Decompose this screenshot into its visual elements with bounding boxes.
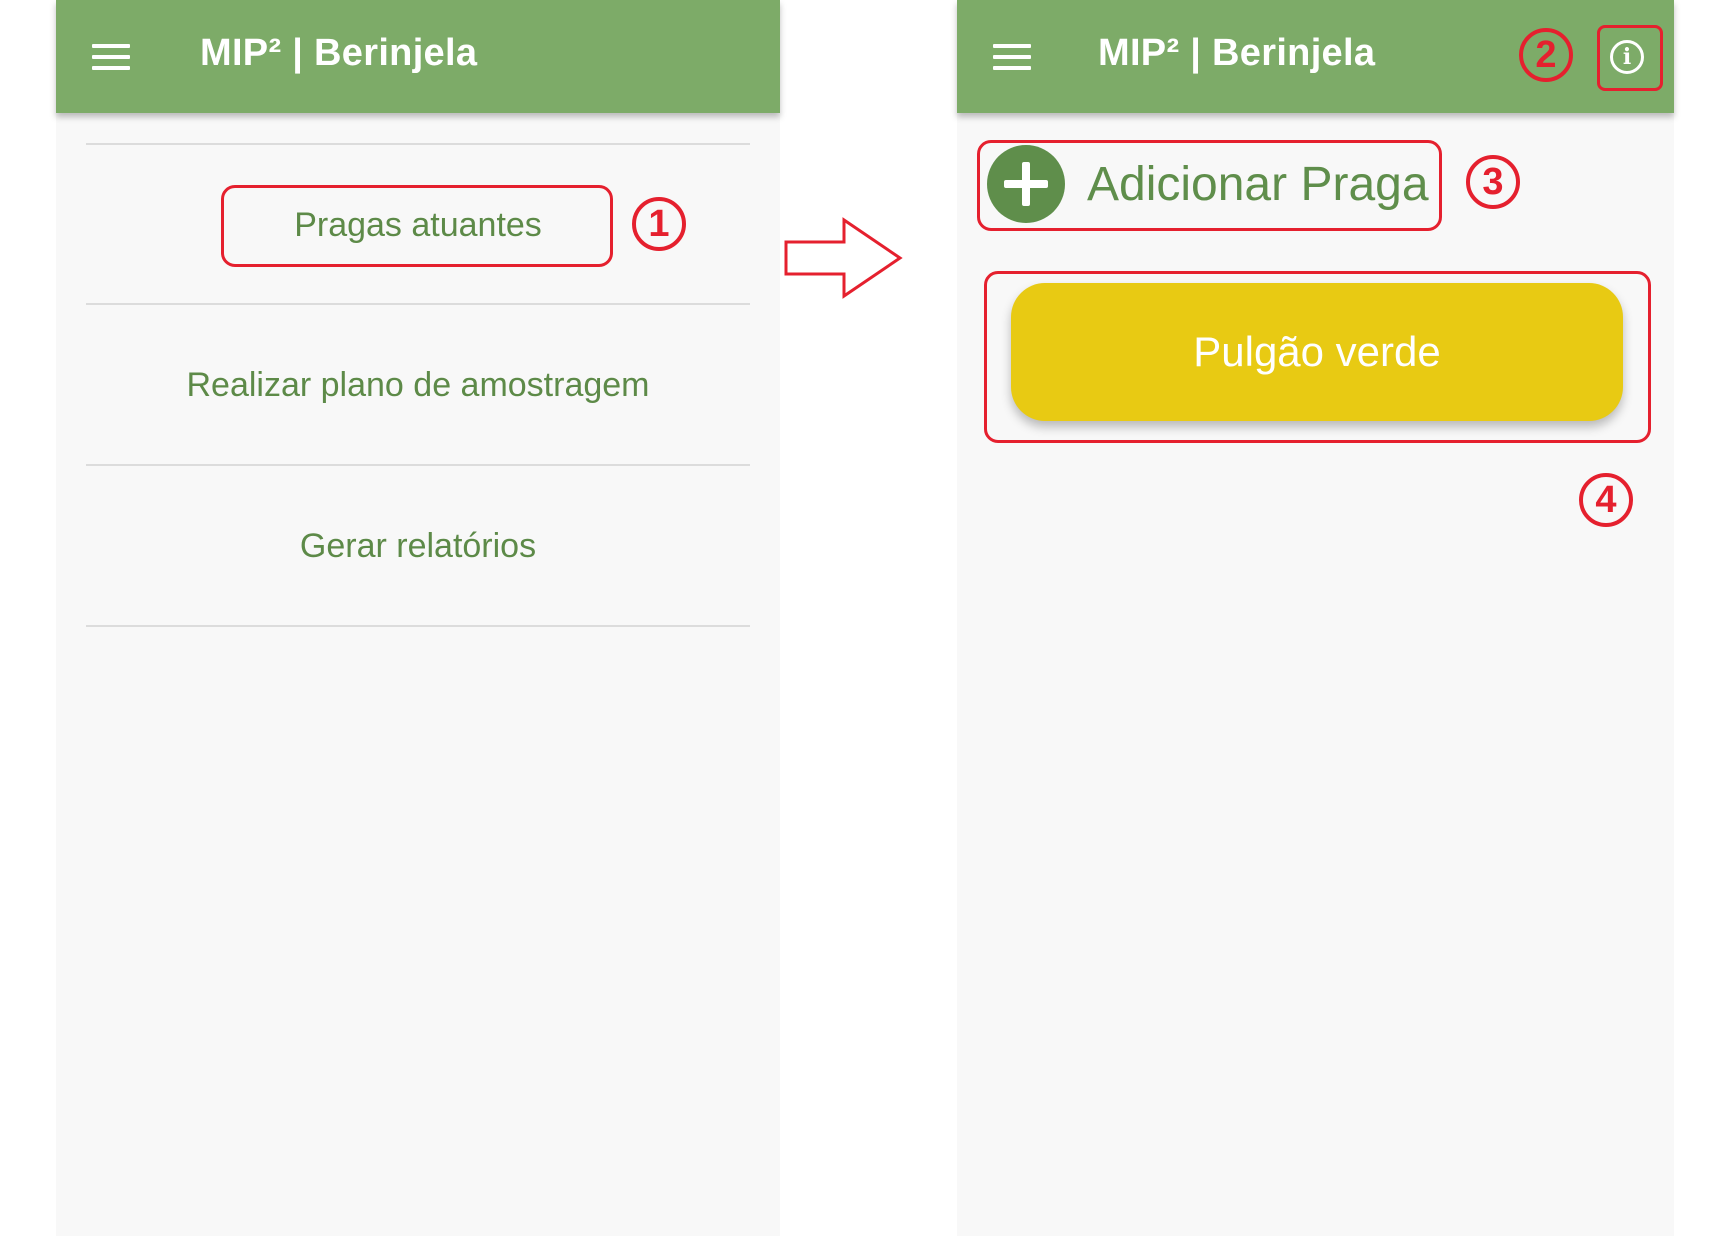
add-pest-button[interactable]: Adicionar Praga: [987, 145, 1429, 223]
menu-item-plano-amostragem[interactable]: Realizar plano de amostragem: [86, 305, 750, 465]
app-bar: MIP² | Berinjela: [56, 0, 780, 113]
pest-card[interactable]: Pulgão verde: [1011, 283, 1623, 421]
plus-circle-icon: [987, 145, 1065, 223]
info-icon[interactable]: i: [1610, 40, 1644, 74]
annotation-badge-2: 2: [1519, 28, 1573, 82]
screen-pragas: MIP² | Berinjela i 2 Adicionar Praga 3 P…: [957, 0, 1674, 1236]
annotation-badge-3: 3: [1466, 155, 1520, 209]
transition-arrow-icon: [784, 217, 903, 299]
add-pest-label: Adicionar Praga: [1087, 157, 1429, 211]
annotation-badge-4: 4: [1579, 473, 1633, 527]
screen-menu: MIP² | Berinjela Pragas atuantes Realiza…: [56, 0, 780, 1236]
menu-item-gerar-relatorios[interactable]: Gerar relatórios: [86, 466, 750, 626]
hamburger-menu-icon[interactable]: [92, 44, 130, 70]
hamburger-menu-icon[interactable]: [993, 44, 1031, 70]
annotation-badge-1: 1: [632, 197, 686, 251]
app-title: MIP² | Berinjela: [200, 32, 478, 74]
app-title: MIP² | Berinjela: [1098, 32, 1376, 74]
divider: [86, 625, 750, 627]
